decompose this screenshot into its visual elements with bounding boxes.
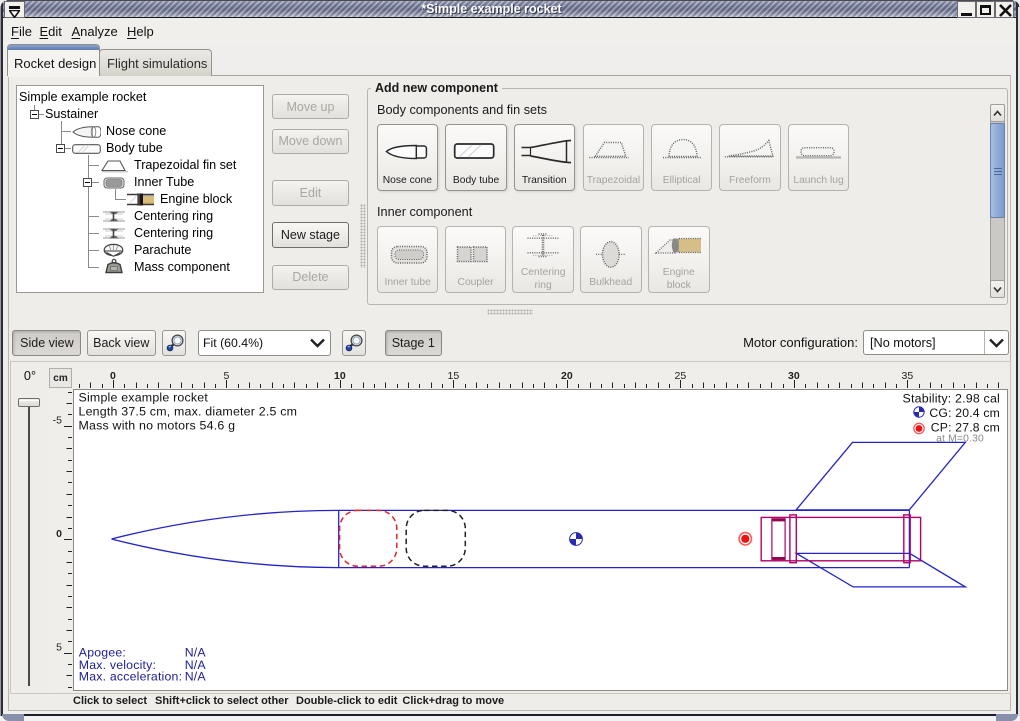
svg-text:0: 0 xyxy=(110,370,116,382)
svg-text:-5: -5 xyxy=(53,415,62,427)
svg-text:Stability: 2.98 cal: Stability: 2.98 cal xyxy=(903,392,1000,406)
svg-text:CG: 20.4 cm: CG: 20.4 cm xyxy=(929,406,1000,420)
svg-text:25: 25 xyxy=(675,370,687,382)
svg-text:N/A: N/A xyxy=(185,669,207,683)
svg-text:15: 15 xyxy=(448,370,460,382)
svg-text:Mass with no motors 54.6 g: Mass with no motors 54.6 g xyxy=(79,419,236,433)
svg-text:Length 37.5 cm, max. diameter: Length 37.5 cm, max. diameter 2.5 cm xyxy=(79,405,298,419)
svg-text:5: 5 xyxy=(56,642,62,654)
svg-text:30: 30 xyxy=(788,370,800,382)
svg-text:0: 0 xyxy=(56,528,62,540)
svg-text:35: 35 xyxy=(902,370,914,382)
svg-text:20: 20 xyxy=(561,370,573,382)
svg-text:Simple example rocket: Simple example rocket xyxy=(79,391,209,405)
svg-text:5: 5 xyxy=(223,370,229,382)
svg-text:10: 10 xyxy=(334,370,346,382)
svg-text:Max. acceleration:: Max. acceleration: xyxy=(79,669,182,683)
